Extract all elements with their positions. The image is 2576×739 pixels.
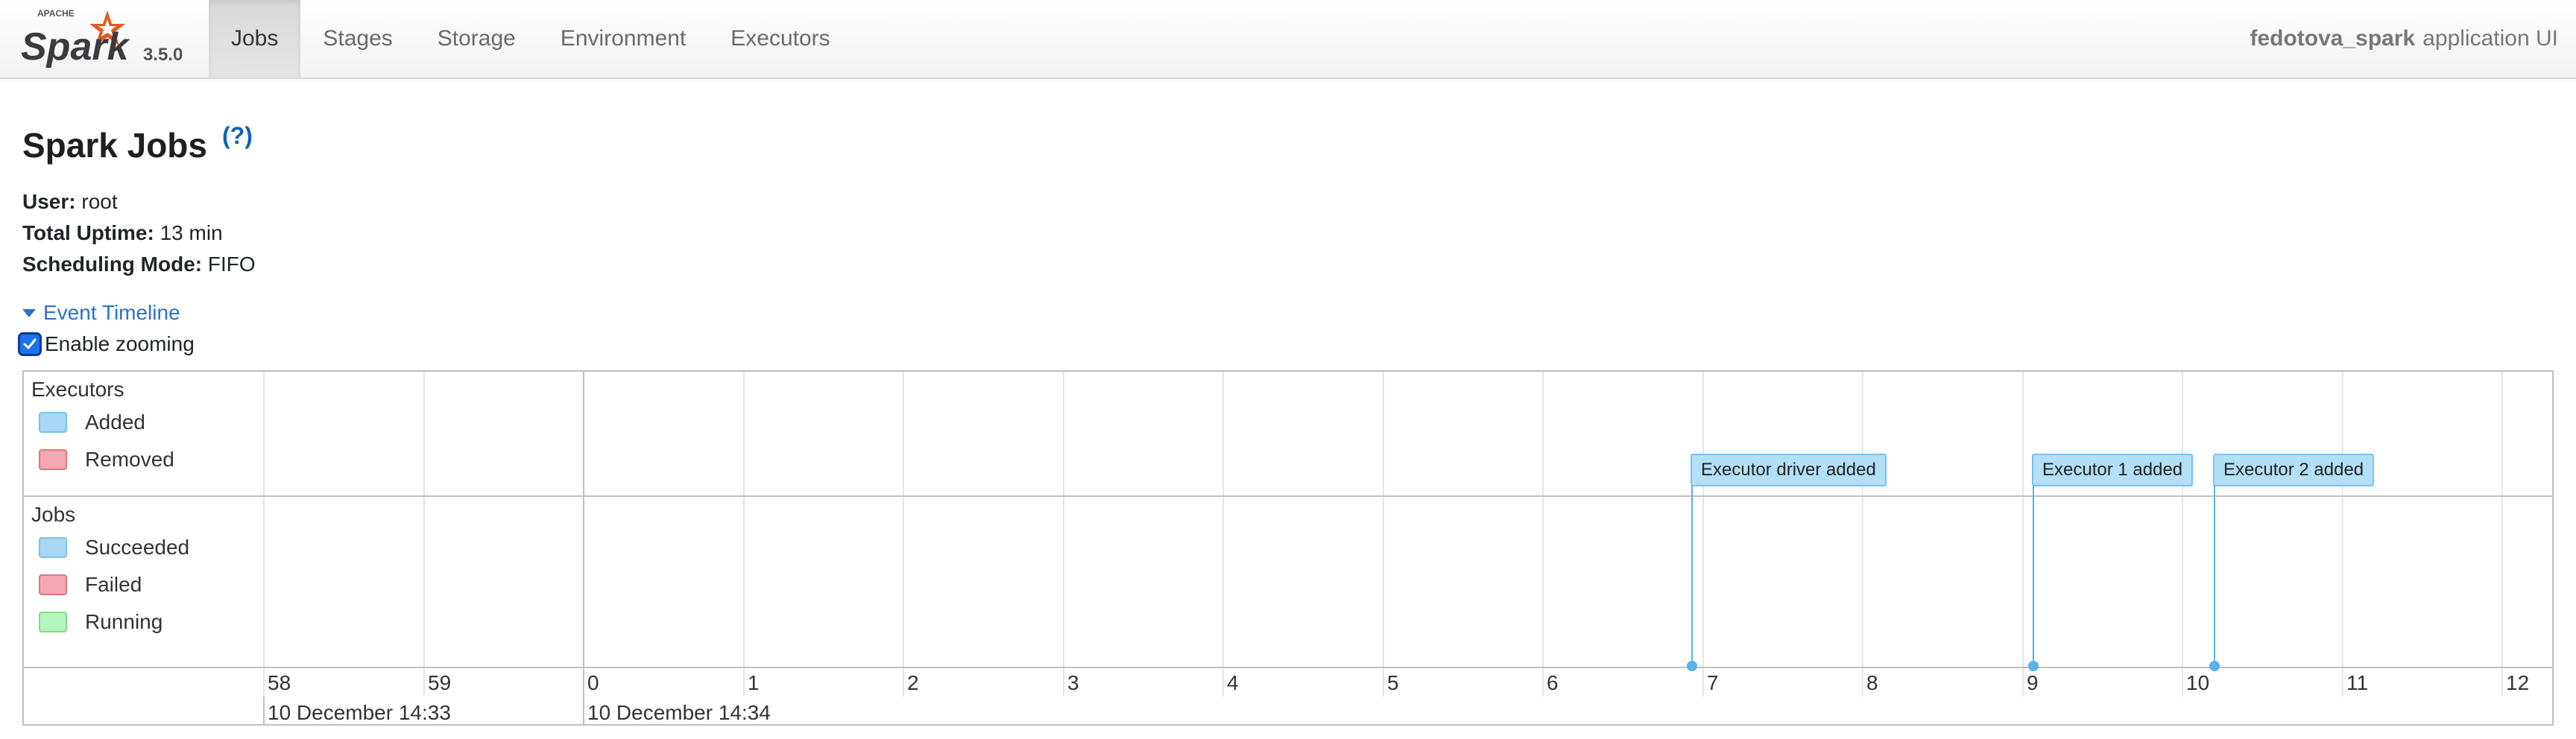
axis-tick-label: 8 xyxy=(1866,671,1878,694)
axis-tick-label: 1 xyxy=(748,671,760,694)
app-suffix: application UI xyxy=(2422,26,2558,51)
tab-stages[interactable]: Stages xyxy=(300,0,414,77)
executors-group-label: Executors xyxy=(31,378,124,401)
legend-job-succeeded: Succeeded xyxy=(39,536,189,559)
tab-environment[interactable]: Environment xyxy=(538,0,708,77)
minor-gridline xyxy=(1702,372,1704,697)
minor-gridline xyxy=(1063,372,1064,697)
minor-gridline xyxy=(743,372,745,697)
minor-gridline xyxy=(2342,372,2343,697)
summary-user: User: root xyxy=(22,186,256,218)
event-timeline[interactable]: 58 59 0 1 2 3 4 5 6 7 8 9 10 11 12 10 December 14:33 10 … xyxy=(22,370,2554,726)
legend-label: Failed xyxy=(85,573,142,596)
event-marker xyxy=(2209,661,2220,671)
uptime-value: 13 min xyxy=(160,221,223,244)
major-gridline xyxy=(583,372,584,724)
axis-tick-label: 5 xyxy=(1387,671,1399,694)
axis-separator xyxy=(24,667,2552,668)
minor-gridline xyxy=(903,372,904,697)
axis-date-label: 10 December 14:34 xyxy=(587,701,771,724)
enable-zooming-checkbox[interactable] xyxy=(18,332,42,356)
legend-label: Added xyxy=(85,410,145,434)
legend-swatch xyxy=(39,574,67,595)
scheduling-mode-value: FIFO xyxy=(207,253,256,276)
app-name: fedotova_spark xyxy=(2250,26,2416,51)
legend-label: Running xyxy=(85,610,163,633)
minor-gridline xyxy=(423,372,425,697)
legend-executor-removed: Removed xyxy=(39,448,174,472)
axis-tick-label: 59 xyxy=(428,671,452,694)
minor-gridline xyxy=(1383,372,1384,697)
legend-job-running: Running xyxy=(39,610,162,634)
minor-gridline xyxy=(2182,372,2183,697)
apache-spark-logo: APACHE Spark xyxy=(21,8,131,69)
axis-tick-label: 2 xyxy=(907,671,919,694)
caret-down-icon xyxy=(22,308,36,317)
event-executor-2-added[interactable]: Executor 2 added xyxy=(2213,454,2375,486)
legend-executor-added: Added xyxy=(39,410,145,434)
uptime-label: Total Uptime: xyxy=(22,221,154,244)
help-tooltip-link[interactable]: (?) xyxy=(222,122,253,150)
minor-gridline xyxy=(1222,372,1224,697)
event-executor-driver-added[interactable]: Executor driver added xyxy=(1690,454,1887,486)
minor-gridline xyxy=(263,372,265,697)
top-navbar: APACHE Spark 3.5.0 Jobs Stages Storage E… xyxy=(0,0,2576,79)
axis-tick-label: 3 xyxy=(1067,671,1079,694)
jobs-group-label: Jobs xyxy=(31,503,76,526)
axis-tick-label: 10 xyxy=(2186,671,2210,694)
job-summary: User: root Total Uptime: 13 min Scheduli… xyxy=(22,186,256,280)
row-separator xyxy=(24,495,2552,497)
legend-swatch xyxy=(39,412,67,433)
user-label: User: xyxy=(22,190,76,213)
minor-gridline xyxy=(2501,372,2503,697)
event-stem xyxy=(2214,485,2215,667)
scheduling-mode-label: Scheduling Mode: xyxy=(22,253,203,276)
application-title: fedotova_spark application UI xyxy=(2250,0,2558,77)
summary-scheduling-mode: Scheduling Mode: FIFO xyxy=(22,249,256,280)
axis-tick-label: 9 xyxy=(2027,671,2039,694)
axis-tick-label: 58 xyxy=(268,671,291,694)
event-timeline-label: Event Timeline xyxy=(43,301,180,324)
checkmark-icon xyxy=(23,338,37,349)
minor-gridline xyxy=(2022,372,2024,697)
page-title: Spark Jobs xyxy=(22,126,207,165)
tab-executors[interactable]: Executors xyxy=(708,0,852,77)
axis-tick-label: 7 xyxy=(1707,671,1719,694)
axis-tick-label: 0 xyxy=(587,671,599,694)
axis-tick-label: 4 xyxy=(1227,671,1239,694)
nav-tabs: Jobs Stages Storage Environment Executor… xyxy=(209,0,853,77)
spark-brand[interactable]: APACHE Spark 3.5.0 xyxy=(18,4,197,72)
spark-version: 3.5.0 xyxy=(143,45,183,65)
axis-tick-label: 11 xyxy=(2346,671,2369,694)
tab-storage[interactable]: Storage xyxy=(415,0,538,77)
tab-jobs[interactable]: Jobs xyxy=(209,0,301,77)
event-stem xyxy=(1691,485,1693,667)
event-executor-1-added[interactable]: Executor 1 added xyxy=(2032,454,2194,486)
minor-gridline xyxy=(1542,372,1544,697)
svg-text:APACHE: APACHE xyxy=(37,8,75,19)
legend-label: Removed xyxy=(85,448,174,471)
legend-swatch xyxy=(39,537,67,558)
event-marker xyxy=(1687,661,1697,671)
event-marker xyxy=(2028,661,2039,671)
enable-zooming-row: Enable zooming xyxy=(18,332,195,356)
legend-swatch xyxy=(39,612,67,632)
summary-uptime: Total Uptime: 13 min xyxy=(22,218,256,249)
axis-tick-label: 6 xyxy=(1547,671,1559,694)
event-stem xyxy=(2033,485,2034,667)
minor-gridline xyxy=(1862,372,1863,697)
enable-zooming-label: Enable zooming xyxy=(45,332,195,355)
legend-label: Succeeded xyxy=(85,536,190,559)
svg-text:Spark: Spark xyxy=(21,25,131,69)
axis-tick-label: 12 xyxy=(2506,671,2530,694)
legend-job-failed: Failed xyxy=(39,573,142,597)
legend-swatch xyxy=(39,449,67,470)
user-value: root xyxy=(81,190,118,213)
event-timeline-toggle[interactable]: Event Timeline xyxy=(22,301,180,325)
axis-date-label: 10 December 14:33 xyxy=(268,701,451,724)
